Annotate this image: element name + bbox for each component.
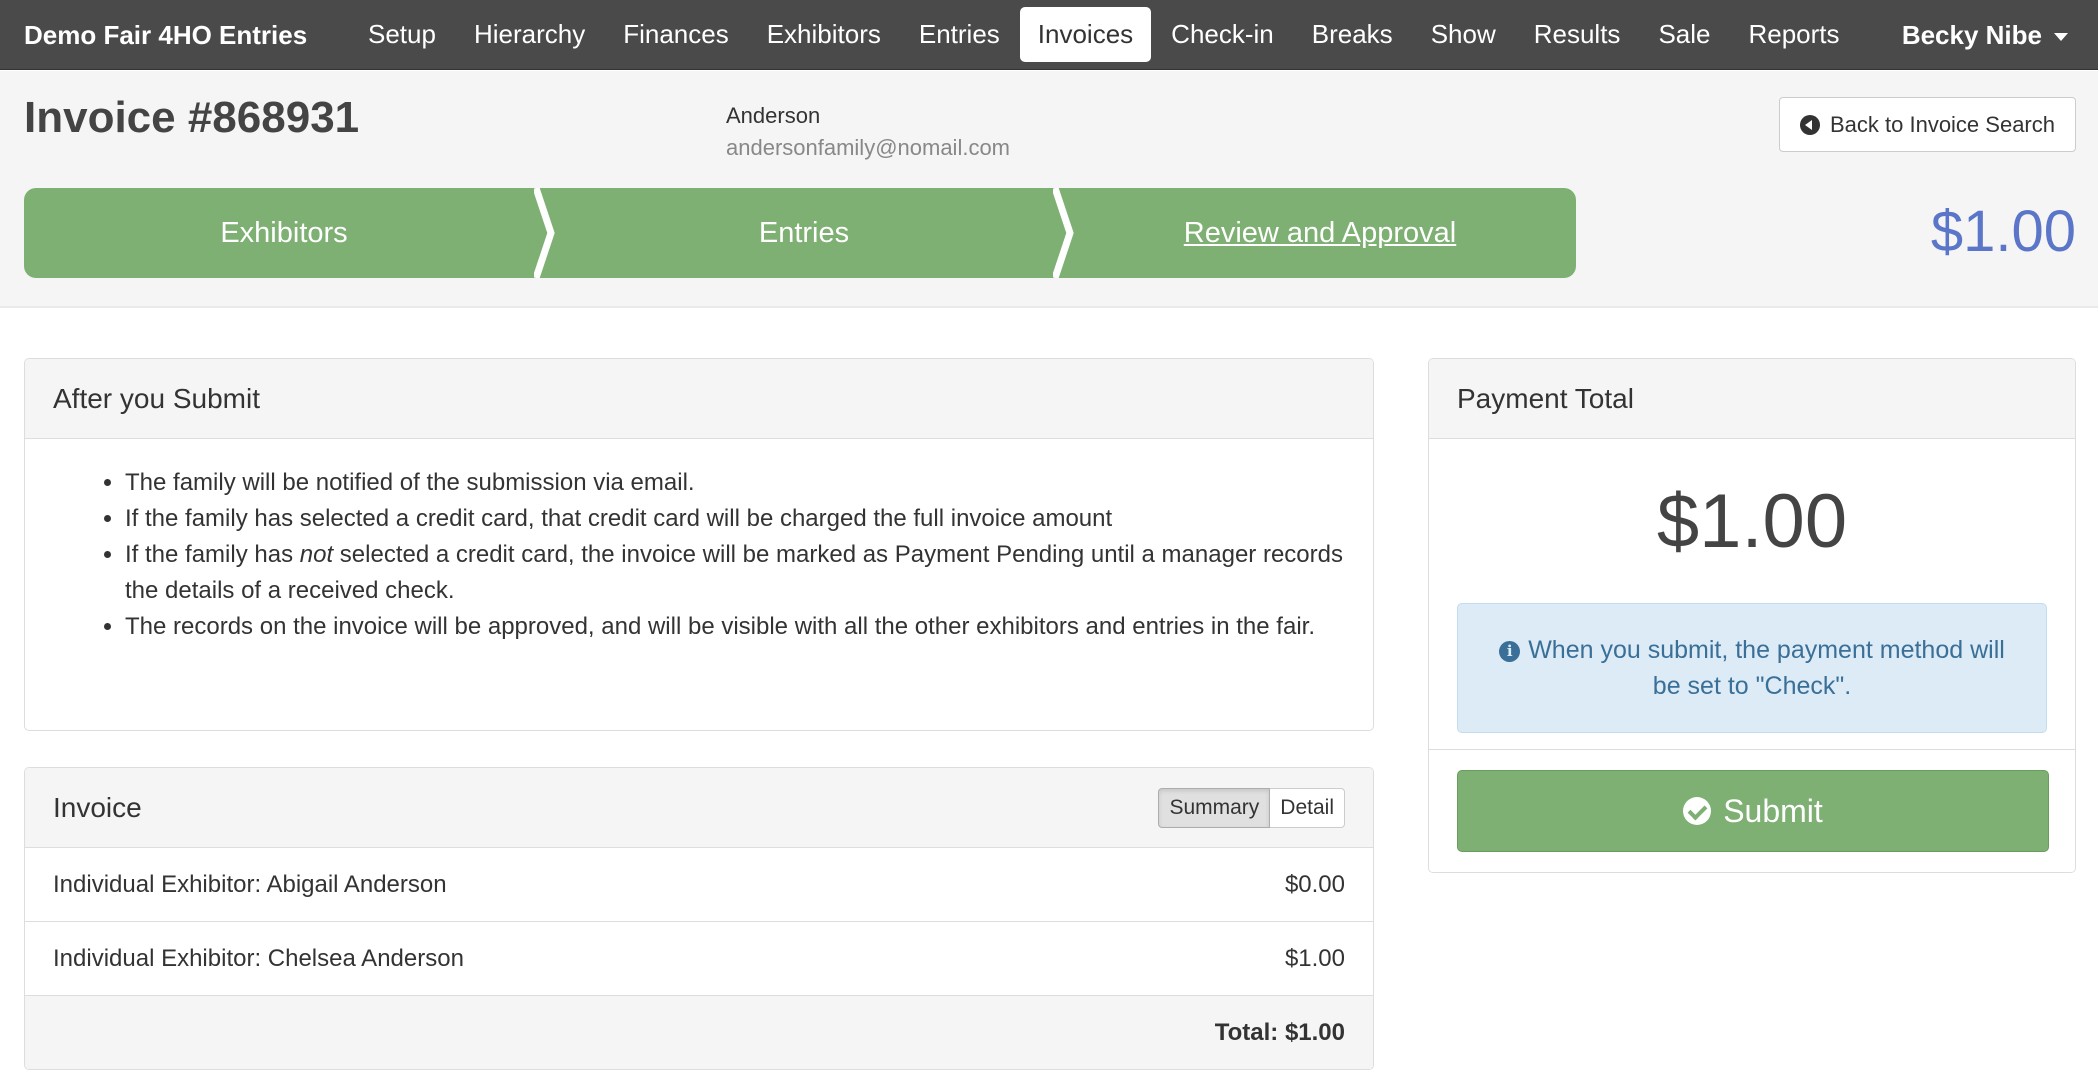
nav-entries[interactable]: Entries — [901, 7, 1018, 62]
payment-total-panel: Payment Total $1.00 i When you submit, th… — [1428, 358, 2076, 873]
view-toggle: Summary Detail — [1158, 787, 1345, 828]
line-item-label: Individual Exhibitor: Abigail Anderson — [53, 870, 447, 898]
nav-hierarchy[interactable]: Hierarchy — [456, 7, 603, 62]
family-name: Anderson — [726, 103, 821, 128]
list-item-text: If the family has — [125, 541, 300, 568]
table-row: Individual Exhibitor: Abigail Anderson $… — [25, 848, 1373, 922]
nav-sale[interactable]: Sale — [1640, 7, 1728, 62]
submit-button[interactable]: Submit — [1457, 770, 2049, 852]
list-item: The records on the invoice will be appro… — [125, 609, 1343, 645]
notice-text: When you submit, the payment method will… — [1528, 636, 2005, 700]
info-circle-icon: i — [1499, 641, 1521, 662]
submit-label: Submit — [1723, 792, 1823, 829]
payment-amount: $1.00 — [1656, 479, 1848, 564]
line-item-amount: $1.00 — [1284, 944, 1345, 972]
check-circle-icon — [1683, 797, 1712, 825]
wizard-steps: Exhibitors Entries Review and Approval — [24, 188, 1576, 278]
after-submit-title: After you Submit — [53, 382, 260, 414]
invoice-panel: Invoice Summary Detail Individual Exhibi… — [24, 767, 1374, 1070]
brand-title[interactable]: Demo Fair 4HO Entries — [24, 0, 307, 70]
nav-check-in[interactable]: Check-in — [1153, 7, 1292, 62]
user-menu[interactable]: Becky Nibe — [1902, 0, 2068, 70]
top-navbar: Demo Fair 4HO Entries Setup Hierarchy Fi… — [0, 0, 2098, 70]
user-name: Becky Nibe — [1901, 20, 2042, 50]
nav-reports[interactable]: Reports — [1730, 7, 1857, 62]
step-exhibitors[interactable]: Exhibitors — [24, 188, 544, 278]
step-entries[interactable]: Entries — [544, 188, 1064, 278]
after-submit-list: The family will be notified of the submi… — [25, 439, 1373, 645]
main-nav: Setup Hierarchy Finances Exhibitors Entr… — [350, 7, 1858, 62]
panel-heading: Payment Total — [1429, 359, 2075, 439]
invoice-amount: $1.00 — [1930, 199, 2076, 264]
payment-total-title: Payment Total — [1457, 382, 1634, 414]
nav-results[interactable]: Results — [1516, 7, 1639, 62]
page-title: Invoice #868931 — [24, 93, 360, 142]
payment-footer: Submit — [1429, 749, 2075, 872]
invoice-total: Total: $1.00 — [1214, 1019, 1345, 1046]
nav-exhibitors[interactable]: Exhibitors — [749, 7, 899, 62]
nav-invoices[interactable]: Invoices — [1019, 7, 1152, 62]
panel-heading: After you Submit — [25, 359, 1373, 439]
invoice-header: Invoice #868931 Anderson andersonfamily@… — [0, 71, 2098, 308]
after-submit-panel: After you Submit The family will be noti… — [24, 358, 1374, 731]
back-to-invoice-search-button[interactable]: Back to Invoice Search — [1778, 97, 2076, 152]
family-email: andersonfamily@nomail.com — [726, 135, 1011, 160]
invoice-title: Invoice — [53, 791, 142, 823]
nav-setup[interactable]: Setup — [350, 7, 454, 62]
invoice-total-row: Total: $1.00 — [25, 996, 1373, 1069]
emphasis-text: not — [299, 541, 334, 568]
summary-toggle-button[interactable]: Summary — [1158, 787, 1271, 828]
nav-show[interactable]: Show — [1413, 7, 1514, 62]
nav-breaks[interactable]: Breaks — [1294, 7, 1411, 62]
circle-arrow-left-icon — [1799, 114, 1820, 135]
payment-method-notice: i When you submit, the payment method wil… — [1457, 603, 2047, 733]
panel-heading: Invoice Summary Detail — [25, 768, 1373, 848]
list-item: If the family has not selected a credit … — [125, 537, 1343, 609]
nav-finances[interactable]: Finances — [605, 7, 747, 62]
line-item-label: Individual Exhibitor: Chelsea Anderson — [53, 944, 464, 972]
detail-toggle-button[interactable]: Detail — [1270, 787, 1345, 828]
list-item: The family will be notified of the submi… — [125, 465, 1343, 501]
list-item: If the family has selected a credit card… — [125, 501, 1343, 537]
table-row: Individual Exhibitor: Chelsea Anderson $… — [25, 922, 1373, 996]
back-button-label: Back to Invoice Search — [1829, 111, 2055, 137]
step-review-and-approval[interactable]: Review and Approval — [1064, 188, 1576, 278]
caret-down-icon — [2054, 32, 2068, 41]
line-item-amount: $0.00 — [1284, 870, 1345, 898]
